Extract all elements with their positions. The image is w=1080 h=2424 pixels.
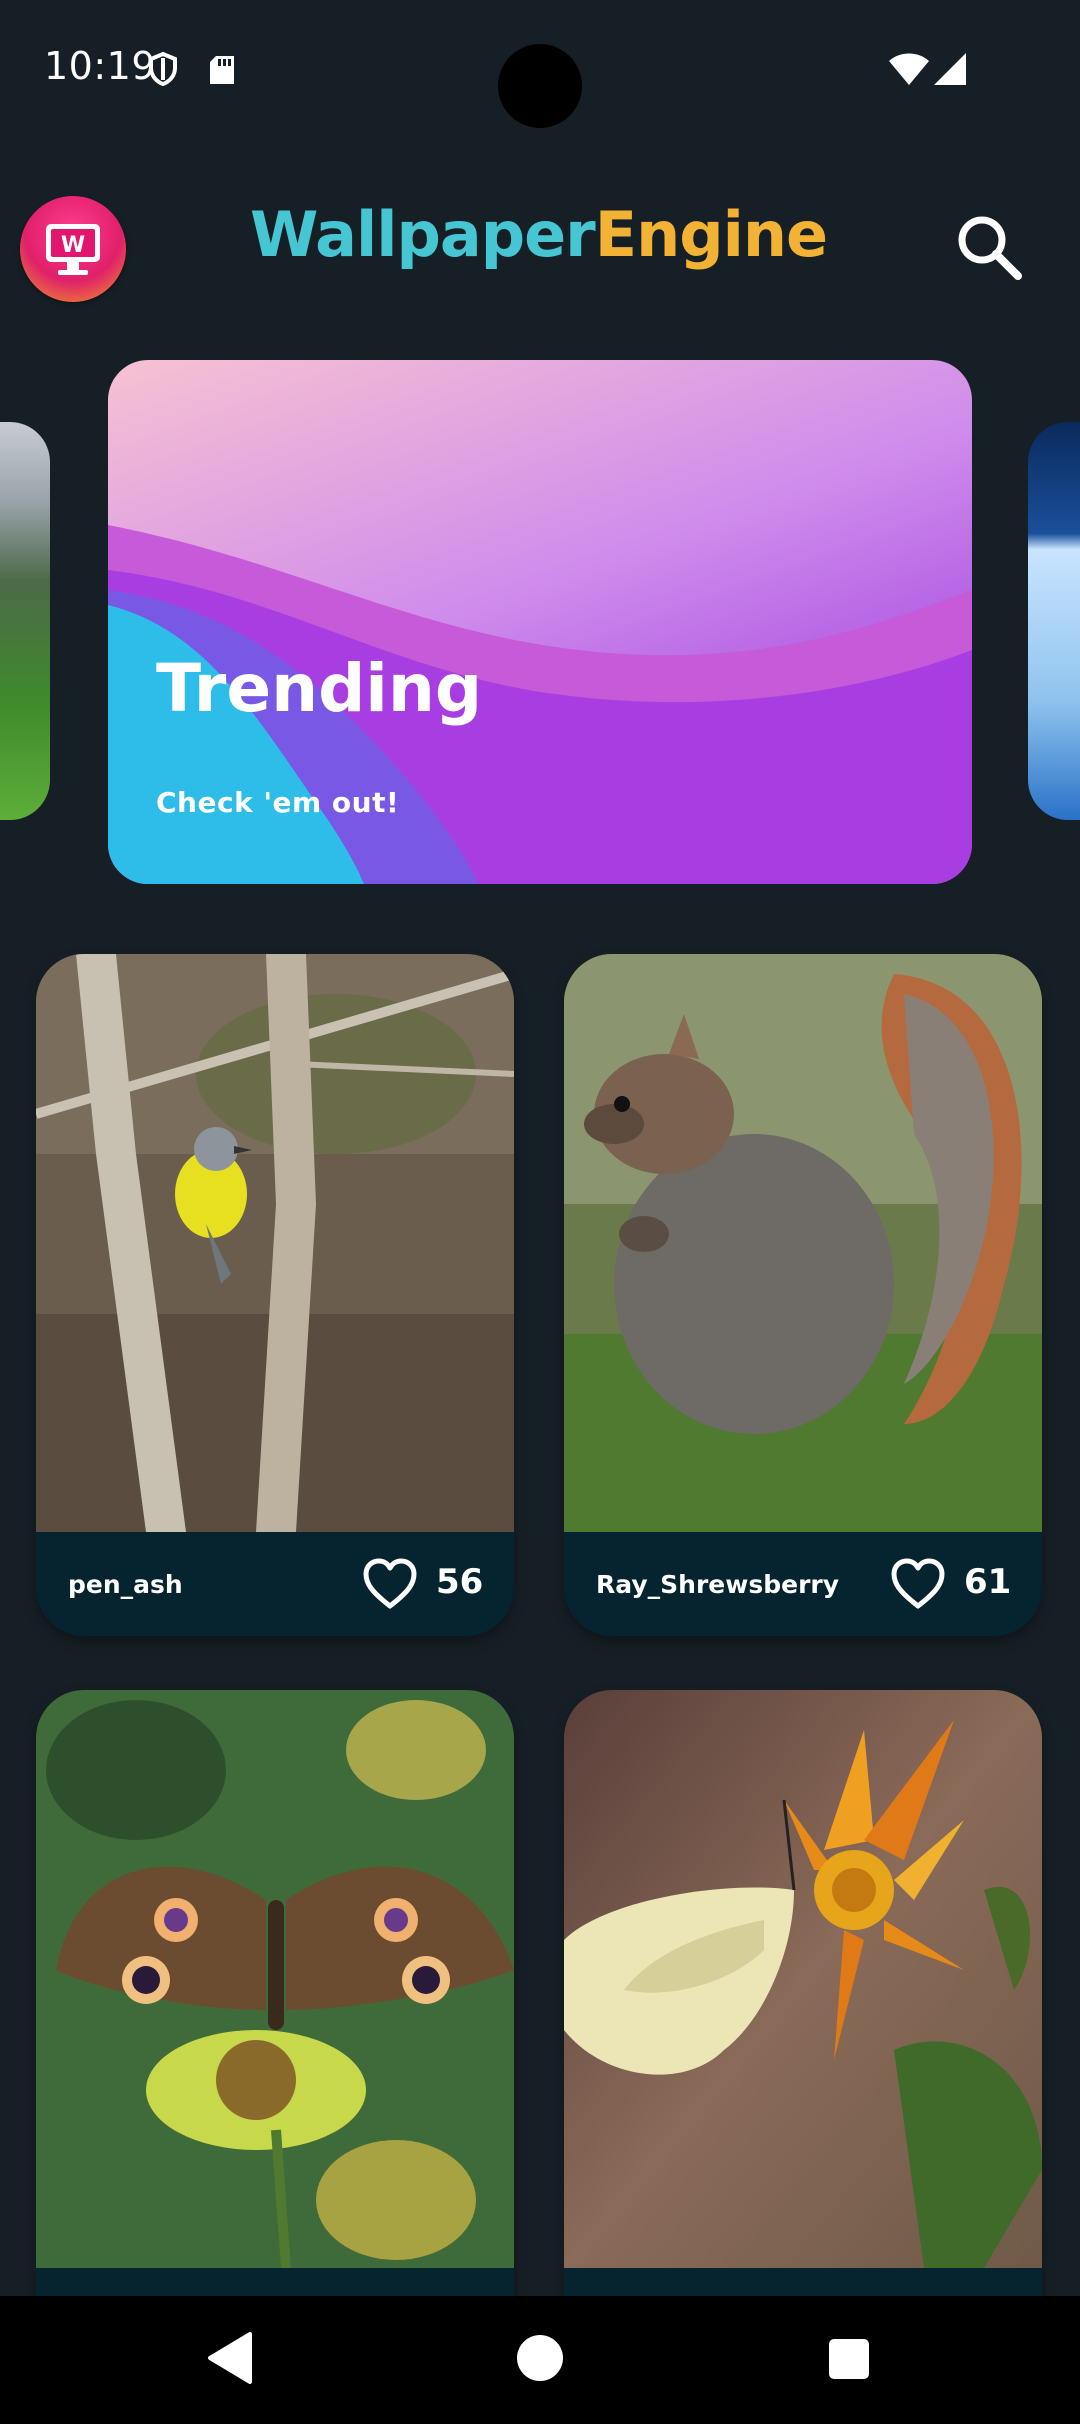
- app-screen: 10:19 W WallpaperEngine Trending Check '…: [0, 0, 1080, 2424]
- status-bar: 10:19: [0, 0, 1080, 140]
- carousel-card-previous[interactable]: [0, 422, 50, 820]
- app-title-wallpaper: Wallpaper: [250, 198, 596, 271]
- wallpaper-card[interactable]: [36, 1690, 514, 2372]
- status-time: 10:19: [44, 44, 157, 88]
- author-name[interactable]: Ray_Shrewsberry: [596, 1570, 839, 1599]
- like-count: 61: [964, 1562, 1012, 1602]
- wallpaper-image-squirrel: [564, 954, 1042, 1532]
- system-nav-bar: [0, 2296, 1080, 2424]
- app-title: WallpaperEngine: [250, 198, 828, 271]
- wallpaper-card[interactable]: pen_ash 56: [36, 954, 514, 1636]
- heart-icon[interactable]: [890, 1558, 946, 1610]
- app-title-engine: Engine: [594, 198, 828, 271]
- wallpaper-image-buckeye-butterfly: [36, 1690, 514, 2268]
- wifi-icon: [889, 53, 929, 85]
- author-name[interactable]: pen_ash: [68, 1570, 183, 1599]
- sdcard-icon: [210, 56, 234, 84]
- wallpaper-card[interactable]: [564, 1690, 1042, 2372]
- search-button[interactable]: [950, 208, 1030, 288]
- search-icon: [958, 216, 1022, 280]
- home-icon[interactable]: [516, 2334, 564, 2382]
- camera-cutout: [498, 44, 582, 128]
- trending-title: Trending: [156, 650, 483, 727]
- recents-icon[interactable]: [828, 2338, 870, 2380]
- like-count: 56: [436, 1562, 484, 1602]
- wallpaper-image-yellow-robin: [36, 954, 514, 1532]
- wallpaper-card-footer: pen_ash 56: [36, 1532, 514, 1636]
- carousel-card-trending[interactable]: Trending Check 'em out!: [108, 360, 972, 884]
- carousel-card-next[interactable]: [1028, 422, 1080, 820]
- heart-icon[interactable]: [362, 1558, 418, 1610]
- signal-icon: [934, 53, 966, 85]
- shield-icon: [149, 52, 177, 86]
- svg-text:W: W: [61, 233, 85, 258]
- trending-subtitle: Check 'em out!: [156, 786, 400, 819]
- back-icon[interactable]: [204, 2330, 256, 2386]
- app-logo[interactable]: W: [20, 196, 126, 302]
- monitor-w-icon: W: [46, 224, 100, 275]
- wallpaper-image-white-butterfly: [564, 1690, 1042, 2268]
- wallpaper-card-footer: Ray_Shrewsberry 61: [564, 1532, 1042, 1636]
- wallpaper-card[interactable]: Ray_Shrewsberry 61: [564, 954, 1042, 1636]
